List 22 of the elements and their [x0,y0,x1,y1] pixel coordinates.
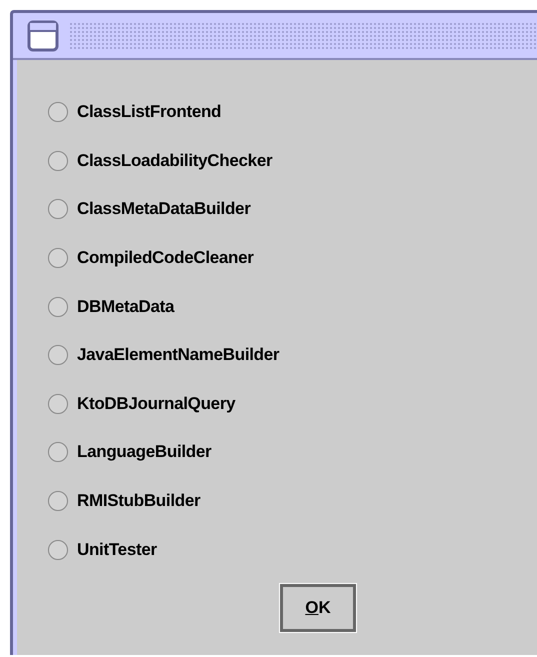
radio-button[interactable] [48,345,68,366]
radio-button[interactable] [48,296,68,317]
option-label: ClassMetaDataBuilder [77,199,251,220]
option-label: DBMetaData [77,296,174,317]
window-icon [27,20,59,52]
option-label: ClassLoadabilityChecker [77,150,272,171]
option-label: KtoDBJournalQuery [77,394,236,414]
radio-button[interactable] [48,150,68,171]
radio-button[interactable] [48,248,68,268]
option-label: ClassListFrontend [77,102,222,122]
option-label: RMIStubBuilder [77,491,200,512]
ok-button[interactable]: OK [280,584,356,632]
radio-button[interactable] [48,540,68,560]
radio-button[interactable] [48,394,68,414]
option-label: UnitTester [77,540,157,560]
radio-button[interactable] [48,442,68,462]
radio-button[interactable] [48,491,68,512]
radio-button[interactable] [48,102,68,122]
option-label: LanguageBuilder [77,442,212,462]
option-label: CompiledCodeCleaner [77,248,254,268]
radio-button[interactable] [48,199,68,220]
option-label: JavaElementNameBuilder [77,345,280,366]
